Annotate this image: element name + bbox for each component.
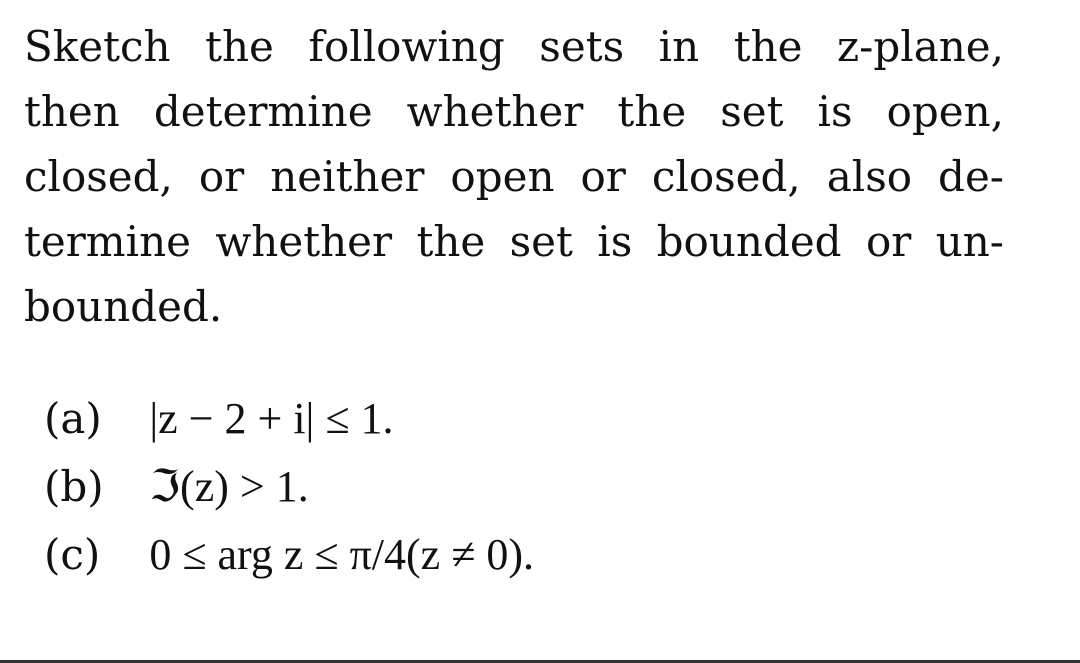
problem-parts: (a) |z − 2 + i| ≤ 1. (b) ℑ(z) > 1. (c) 0…: [44, 385, 534, 589]
part-expression: 0 ≤ arg z ≤ π/4(z ≠ 0).: [149, 530, 534, 579]
statement-line: bounded.: [24, 282, 223, 331]
part-a: (a) |z − 2 + i| ≤ 1.: [44, 385, 534, 453]
statement-line: then determine whether the set is open,: [24, 87, 1004, 136]
statement-line: closed, or neither open or closed, also …: [24, 152, 1004, 201]
statement-line: termine whether the set is bounded or un…: [24, 217, 1004, 266]
part-label: (c): [44, 530, 101, 579]
part-expression: ℑ(z) > 1.: [149, 462, 309, 511]
statement-line: Sketch the following sets in the z-plane…: [24, 22, 1004, 71]
part-label: (b): [44, 462, 104, 511]
part-c: (c) 0 ≤ arg z ≤ π/4(z ≠ 0).: [44, 521, 534, 589]
problem-statement: Sketch the following sets in the z-plane…: [24, 14, 1004, 339]
part-label: (a): [44, 394, 102, 443]
part-expression: |z − 2 + i| ≤ 1.: [149, 394, 394, 443]
part-b: (b) ℑ(z) > 1.: [44, 453, 534, 521]
